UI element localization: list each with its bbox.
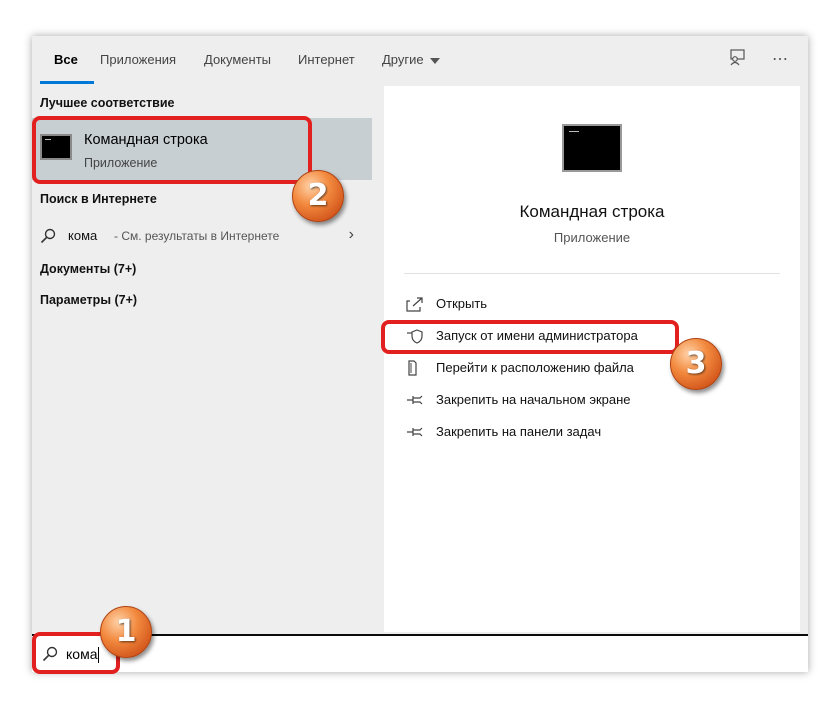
action-open-label: Открыть: [436, 296, 488, 311]
preview-app-title: Командная строка: [519, 202, 665, 221]
tab-bar: Все Приложения Документы Интернет Другие…: [32, 36, 808, 84]
tab-other-label: Другие: [382, 52, 424, 67]
web-search-header: Поиск в Интернете: [40, 192, 157, 206]
active-tab-indicator: [40, 81, 94, 84]
documents-group[interactable]: Документы (7+): [40, 262, 136, 276]
best-match-header: Лучшее соответствие: [40, 96, 175, 110]
step-2-badge: 2: [292, 170, 344, 222]
preview-app-type: Приложение: [553, 230, 631, 245]
web-search-result[interactable]: кома - См. результаты в Интернете ›: [32, 222, 372, 250]
settings-group[interactable]: Параметры (7+): [40, 293, 137, 307]
search-icon: [40, 228, 56, 244]
file-location-icon: [408, 360, 417, 376]
web-search-hint: - См. результаты в Интернете: [114, 229, 280, 243]
highlight-best-match: [32, 116, 312, 184]
preview-divider: [404, 273, 780, 274]
action-pin-to-start-label: Закрепить на начальном экране: [436, 392, 631, 407]
action-pin-to-taskbar[interactable]: Закрепить на панели задач: [406, 420, 766, 444]
action-pin-to-taskbar-label: Закрепить на панели задач: [436, 424, 602, 439]
tab-apps[interactable]: Приложения: [100, 52, 176, 67]
more-options-icon[interactable]: ⋯: [768, 48, 792, 72]
preview-pane: Командная строка Приложение Открыть Запу…: [384, 86, 800, 632]
pin-icon: [407, 427, 423, 437]
action-pin-to-start[interactable]: Закрепить на начальном экране: [406, 388, 766, 412]
action-open[interactable]: Открыть: [406, 292, 766, 316]
action-open-file-location-label: Перейти к расположению файла: [436, 360, 634, 375]
web-search-query: кома: [68, 228, 98, 243]
highlight-run-as-admin: [381, 320, 679, 354]
command-prompt-large-icon: [562, 124, 622, 172]
step-3-badge: 3: [670, 338, 722, 390]
chevron-right-icon: ›: [348, 226, 354, 243]
tab-internet[interactable]: Интернет: [298, 52, 355, 67]
tab-other[interactable]: Другие: [382, 52, 440, 67]
feedback-icon[interactable]: [726, 48, 750, 72]
pin-icon: [407, 395, 423, 405]
open-icon: [406, 297, 423, 312]
tab-all[interactable]: Все: [54, 52, 78, 67]
step-1-badge: 1: [100, 606, 152, 658]
tab-documents[interactable]: Документы: [204, 52, 271, 67]
caret-down-icon: [429, 57, 440, 64]
